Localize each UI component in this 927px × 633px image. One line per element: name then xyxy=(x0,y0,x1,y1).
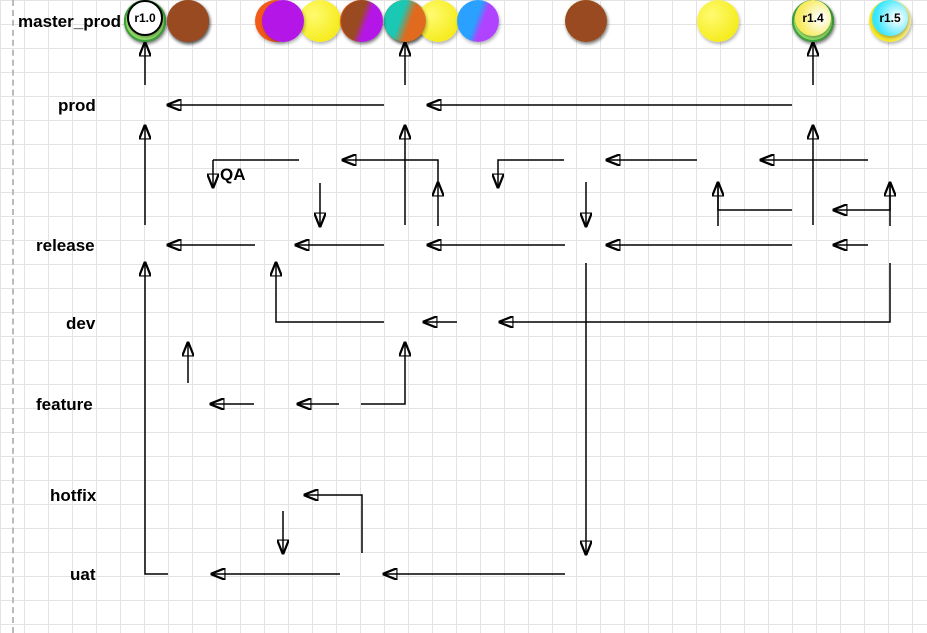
hotfix-node-1 xyxy=(262,0,304,42)
release-r15: r1.5 xyxy=(872,0,908,36)
dev-node-3 xyxy=(457,0,499,42)
release-r10: r1.0 xyxy=(127,0,163,36)
dev-node-2 xyxy=(384,0,426,42)
lane-uat: uat xyxy=(70,565,96,585)
uat-node-3 xyxy=(565,0,607,42)
lane-feature: feature xyxy=(36,395,93,415)
uat-node-2 xyxy=(341,0,383,42)
qa-node-4 xyxy=(697,0,739,42)
lane-release: release xyxy=(36,236,95,256)
qa-node-1 xyxy=(299,0,341,42)
lane-hotfix: hotfix xyxy=(50,486,96,506)
uat-node-1 xyxy=(167,0,209,42)
lane-dev: dev xyxy=(66,314,95,334)
arrows-layer xyxy=(0,0,927,633)
lane-master-prod: master_prod xyxy=(18,12,121,32)
lane-qa: QA xyxy=(220,165,246,185)
release-r14: r1.4 xyxy=(795,0,831,36)
lane-prod: prod xyxy=(58,96,96,116)
